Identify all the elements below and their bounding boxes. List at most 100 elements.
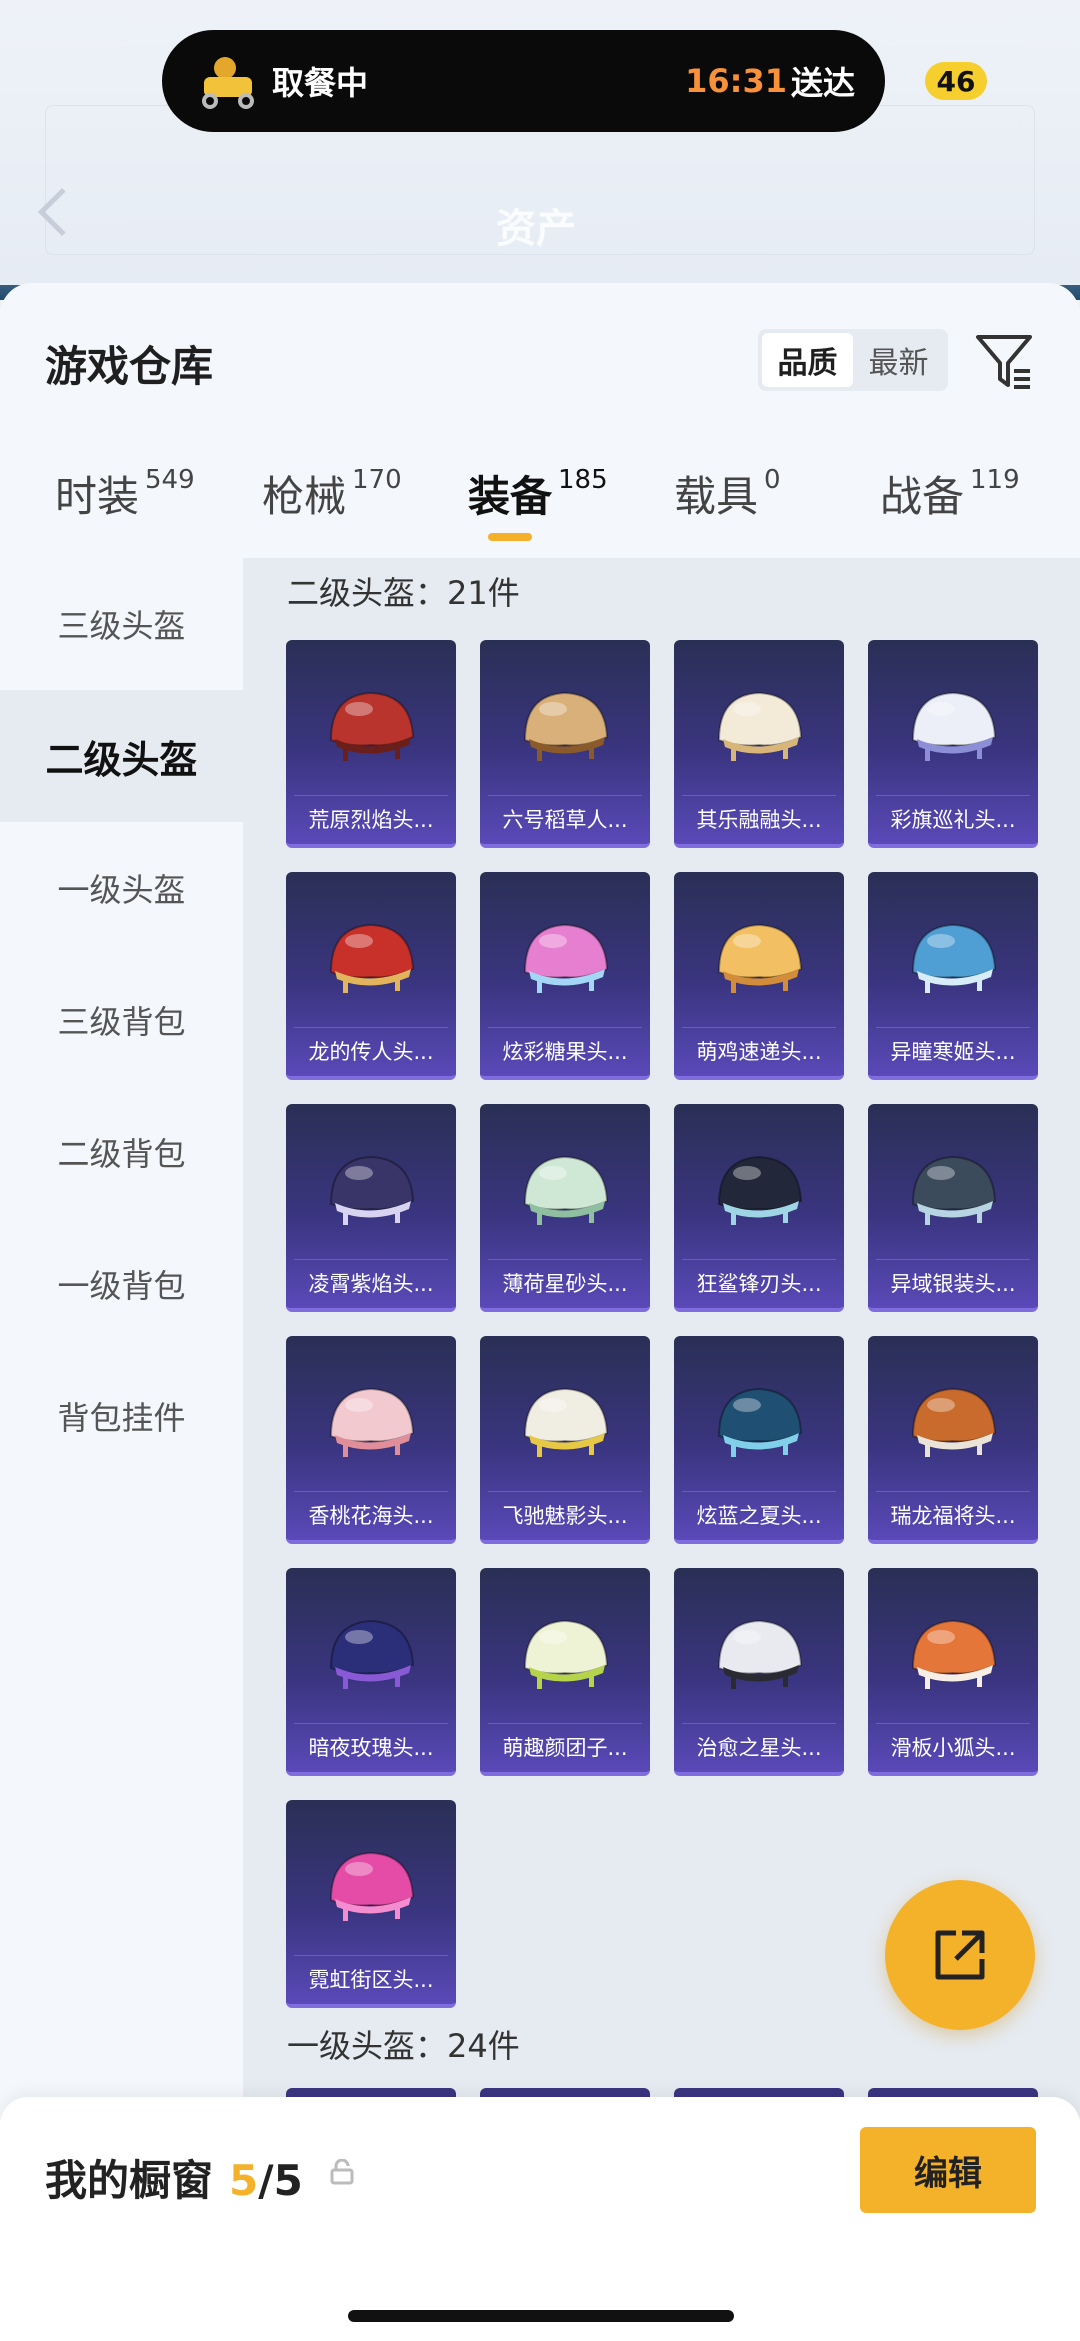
card-divider	[682, 1723, 836, 1724]
card-divider	[294, 1027, 448, 1028]
item-name: 瑞龙福将头...	[890, 1504, 1016, 1528]
item-card[interactable]: 治愈之星头...	[674, 1568, 844, 1776]
card-divider	[876, 1259, 1030, 1260]
card-divider	[876, 1491, 1030, 1492]
item-card[interactable]: 异瞳寒姬头...	[868, 872, 1038, 1080]
tab-fashion[interactable]: 时装 549	[55, 463, 195, 524]
edit-button[interactable]: 编辑	[860, 2127, 1036, 2213]
item-card[interactable]: 萌趣颜团子...	[480, 1568, 650, 1776]
item-card[interactable]: 炫彩糖果头...	[480, 872, 650, 1080]
delivery-label: 送达	[790, 64, 855, 102]
header-title: 资产	[496, 206, 576, 252]
item-name: 六号稻草人...	[502, 808, 628, 832]
item-name: 飞驰魅影头...	[502, 1504, 628, 1528]
item-name: 薄荷星砂头...	[502, 1272, 628, 1296]
sidebar-item-level2-backpack[interactable]: 二级背包	[0, 1086, 243, 1218]
card-divider	[294, 1259, 448, 1260]
tab-equipment[interactable]: 装备 185	[468, 463, 608, 524]
lock-icon	[330, 2159, 354, 2185]
sidebar-item-level3-backpack[interactable]: 三级背包	[0, 954, 243, 1086]
card-divider	[488, 795, 642, 796]
helmet-icon	[717, 923, 803, 993]
item-card[interactable]: 炫蓝之夏头...	[674, 1336, 844, 1544]
tab-count: 185	[558, 465, 608, 495]
card-divider	[294, 1723, 448, 1724]
sidebar-item-level1-helmet[interactable]: 一级头盔	[0, 822, 243, 954]
subcategory-sidebar: 三级头盔 二级头盔 一级头盔 三级背包 二级背包 一级背包 背包挂件	[0, 558, 243, 2058]
helmet-icon	[329, 1851, 415, 1921]
helmet-icon	[717, 1619, 803, 1689]
helmet-icon	[911, 1619, 997, 1689]
tab-battle-supplies[interactable]: 战备 119	[880, 463, 1020, 524]
item-name: 荒原烈焰头...	[308, 808, 434, 832]
card-divider	[682, 1491, 836, 1492]
helmet-icon	[523, 1619, 609, 1689]
item-card[interactable]: 龙的传人头...	[286, 872, 456, 1080]
item-card[interactable]: 飞驰魅影头...	[480, 1336, 650, 1544]
sidebar-item-level3-helmet[interactable]: 三级头盔	[0, 558, 243, 690]
helmet-icon	[717, 1387, 803, 1457]
filter-icon[interactable]	[972, 329, 1036, 393]
showcase-label: 我的橱窗	[45, 2156, 214, 2205]
item-name: 其乐融融头...	[696, 808, 822, 832]
delivery-time: 16:31	[685, 62, 787, 100]
item-name: 滑板小狐头...	[890, 1736, 1016, 1760]
helmet-icon	[523, 691, 609, 761]
page-title: 游戏仓库	[45, 342, 214, 391]
helmet-icon	[717, 1155, 803, 1225]
sidebar-item-backpack-charm[interactable]: 背包挂件	[0, 1350, 243, 1482]
item-name: 龙的传人头...	[308, 1040, 434, 1064]
item-card[interactable]: 六号稻草人...	[480, 640, 650, 848]
item-card[interactable]: 萌鸡速递头...	[674, 872, 844, 1080]
helmet-icon	[911, 1155, 997, 1225]
section-heading: 一级头盔：24件	[287, 2027, 520, 2065]
helmet-icon	[523, 923, 609, 993]
card-divider	[682, 1027, 836, 1028]
share-button[interactable]	[885, 1880, 1035, 2030]
tab-label: 装备	[468, 472, 553, 521]
helmet-icon	[329, 923, 415, 993]
item-card[interactable]: 瑞龙福将头...	[868, 1336, 1038, 1544]
item-card[interactable]: 其乐融融头...	[674, 640, 844, 848]
tab-label: 战备	[880, 472, 965, 521]
active-tab-indicator	[488, 533, 532, 541]
sidebar-item-level1-backpack[interactable]: 一级背包	[0, 1218, 243, 1350]
item-card[interactable]: 凌霄紫焰头...	[286, 1104, 456, 1312]
category-tabs: 时装 549 枪械 170 装备 185 载具 0 战备 119	[0, 463, 1080, 543]
item-name: 香桃花海头...	[308, 1504, 434, 1528]
delivery-status: 取餐中	[272, 64, 369, 102]
card-divider	[488, 1027, 642, 1028]
helmet-icon	[717, 691, 803, 761]
item-card[interactable]: 异域银装头...	[868, 1104, 1038, 1312]
card-divider	[294, 795, 448, 796]
item-card[interactable]: 滑板小狐头...	[868, 1568, 1038, 1776]
card-divider	[876, 1723, 1030, 1724]
item-card[interactable]: 霓虹街区头...	[286, 1800, 456, 2008]
helmet-icon	[329, 691, 415, 761]
delivery-status-pill[interactable]: 取餐中 16:31 送达	[162, 30, 885, 132]
sort-option-quality[interactable]: 品质	[762, 333, 853, 387]
showcase-total: /5	[258, 2156, 303, 2205]
battery-badge: 46	[925, 62, 987, 100]
item-name: 霓虹街区头...	[308, 1968, 434, 1992]
sidebar-item-level2-helmet[interactable]: 二级头盔	[0, 690, 243, 822]
helmet-icon	[329, 1619, 415, 1689]
item-card[interactable]: 荒原烈焰头...	[286, 640, 456, 848]
item-card[interactable]: 狂鲨锋刃头...	[674, 1104, 844, 1312]
tab-firearms[interactable]: 枪械 170	[262, 463, 402, 524]
sort-option-latest[interactable]: 最新	[853, 333, 944, 387]
showcase-title: 我的橱窗 5 /5	[45, 2147, 303, 2208]
helmet-icon	[911, 1387, 997, 1457]
item-card[interactable]: 暗夜玫瑰头...	[286, 1568, 456, 1776]
tab-vehicles[interactable]: 载具 0	[674, 463, 781, 524]
item-card[interactable]: 香桃花海头...	[286, 1336, 456, 1544]
item-name: 炫蓝之夏头...	[696, 1504, 822, 1528]
helmet-icon	[523, 1155, 609, 1225]
item-card[interactable]: 彩旗巡礼头...	[868, 640, 1038, 848]
tab-count: 119	[970, 465, 1020, 495]
tab-label: 枪械	[262, 472, 347, 521]
card-divider	[488, 1259, 642, 1260]
home-indicator	[348, 2310, 734, 2322]
tab-count: 549	[145, 465, 195, 495]
item-card[interactable]: 薄荷星砂头...	[480, 1104, 650, 1312]
